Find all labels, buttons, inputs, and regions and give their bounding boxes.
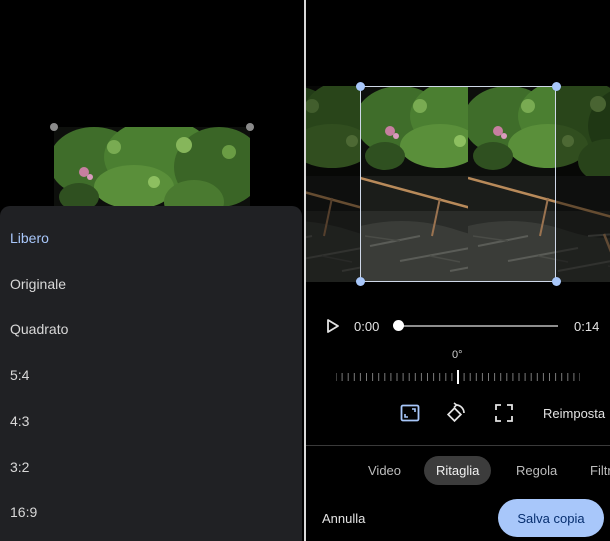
crop-frame[interactable]: [360, 86, 556, 282]
right-screen: 0:00 0:14 0° Reimposta Video Ritaglia Re…: [306, 0, 610, 541]
crop-outside-left: [306, 86, 360, 282]
rotate-icon: [446, 402, 465, 423]
photo-image: [54, 127, 250, 217]
tab-video[interactable]: Video: [368, 463, 401, 478]
aspect-ratio-icon: [400, 404, 420, 422]
seek-bar[interactable]: [398, 325, 558, 327]
aspect-option-originale[interactable]: Originale: [10, 276, 66, 292]
perspective-button[interactable]: [492, 401, 516, 425]
video-player-controls: 0:00 0:14: [306, 314, 610, 338]
aspect-option-16-9[interactable]: 16:9: [10, 504, 37, 520]
rotation-angle: 0°: [452, 349, 463, 361]
crop-handle-bottom-right[interactable]: [552, 277, 561, 286]
toolbar-divider: [306, 445, 610, 446]
crop-outside-right: [556, 86, 610, 282]
rotation-dial[interactable]: [336, 370, 580, 384]
crop-handle-top-left[interactable]: [356, 82, 365, 91]
reset-button[interactable]: Reimposta: [543, 406, 605, 421]
save-copy-button[interactable]: Salva copia: [498, 499, 604, 537]
perspective-crop-icon: [495, 404, 513, 422]
left-screen: Libero Originale Quadrato 5:4 4:3 3:2 16…: [0, 0, 304, 541]
seek-thumb[interactable]: [393, 320, 404, 331]
aspect-option-5-4[interactable]: 5:4: [10, 367, 29, 383]
aspect-ratio-button[interactable]: [398, 401, 422, 425]
current-time: 0:00: [354, 319, 380, 334]
cancel-button[interactable]: Annulla: [322, 511, 365, 526]
crop-handle-bottom-left[interactable]: [356, 277, 365, 286]
play-icon[interactable]: [326, 319, 340, 333]
tab-regola[interactable]: Regola: [516, 463, 557, 478]
tab-ritaglia[interactable]: Ritaglia: [424, 456, 492, 485]
crop-handle-top-right[interactable]: [246, 123, 254, 131]
crop-handle-top-left[interactable]: [50, 123, 58, 131]
rotate-button[interactable]: [444, 401, 468, 425]
aspect-option-quadrato[interactable]: Quadrato: [10, 321, 68, 337]
aspect-option-4-3[interactable]: 4:3: [10, 413, 29, 429]
aspect-option-libero[interactable]: Libero: [10, 230, 49, 246]
total-time: 0:14: [574, 319, 600, 334]
aspect-ratio-sheet: Libero Originale Quadrato 5:4 4:3 3:2 16…: [0, 206, 302, 541]
photo-preview: [54, 127, 250, 217]
crop-handle-top-right[interactable]: [552, 82, 561, 91]
tab-filtri[interactable]: Filtr: [590, 463, 610, 478]
aspect-option-3-2[interactable]: 3:2: [10, 459, 29, 475]
